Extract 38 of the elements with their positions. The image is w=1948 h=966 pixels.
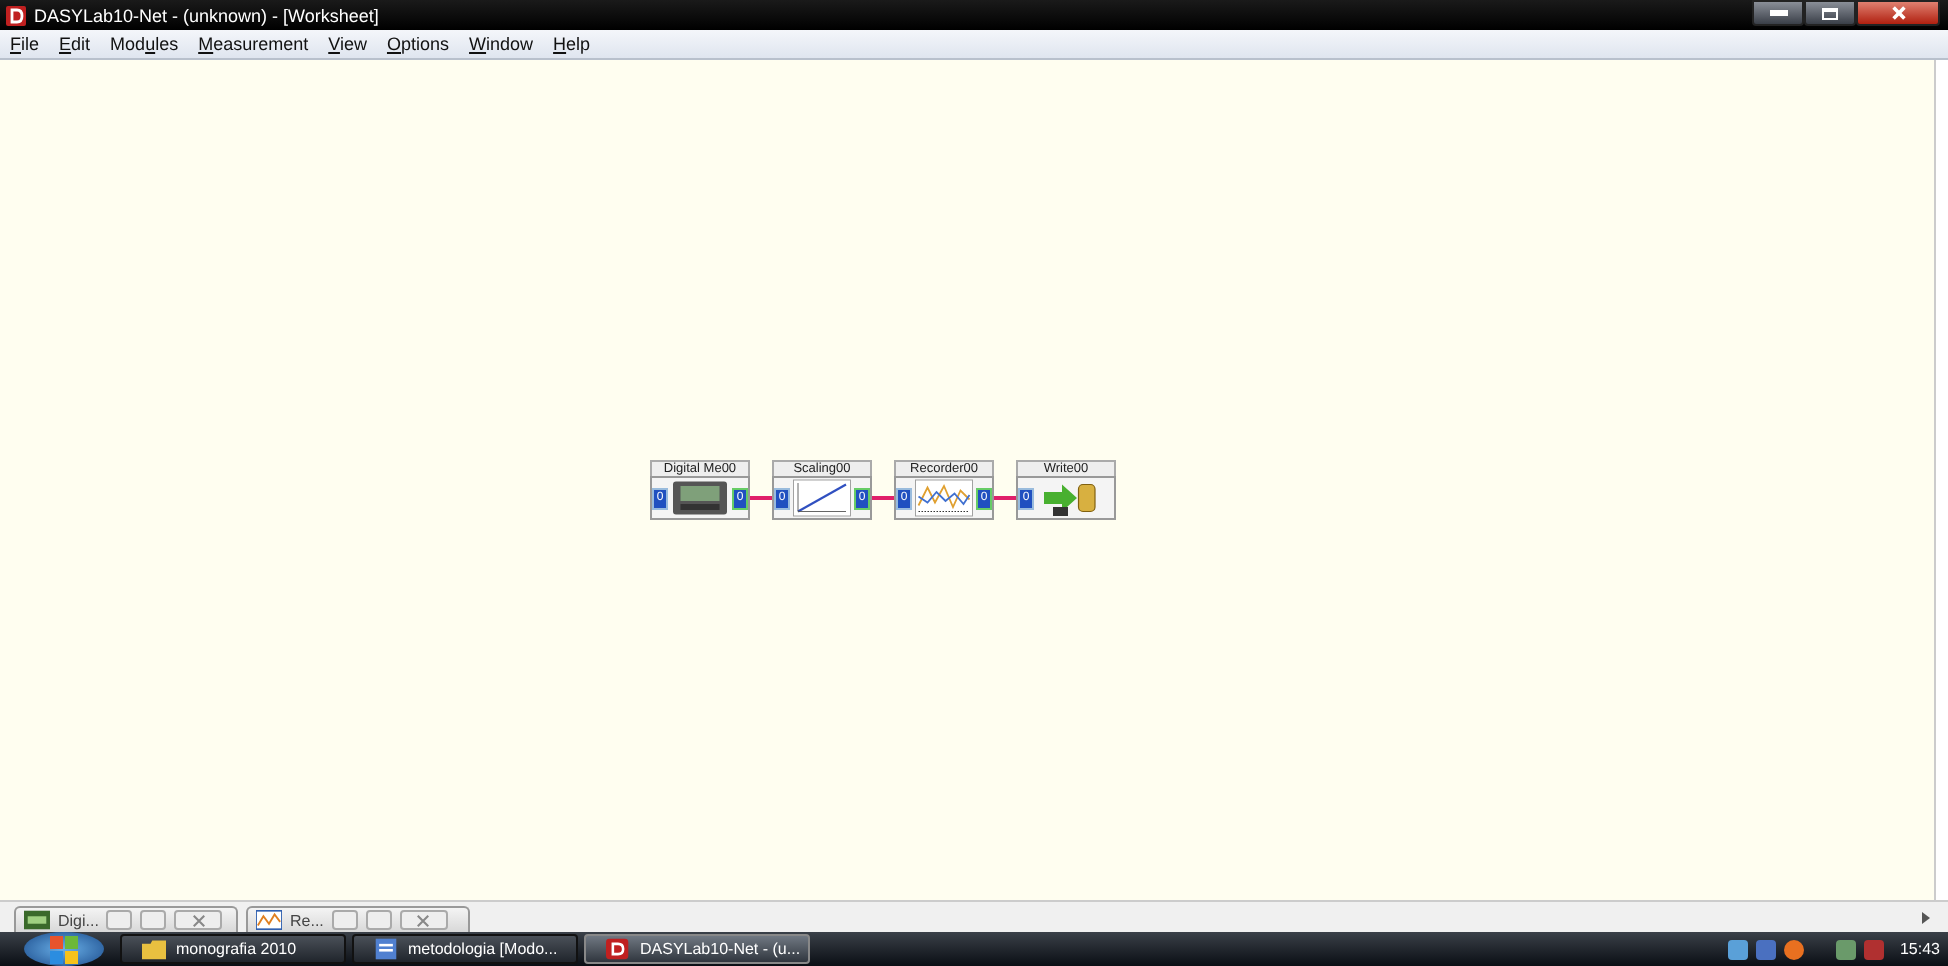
window-title: Digi... [58,911,99,929]
window-title: DASYLab10-Net - (unknown) - [Worksheet] [34,5,379,25]
menu-item[interactable]: Window [469,34,534,54]
minimized-window[interactable]: Re... [246,906,470,932]
line-chart-icon [914,478,974,518]
meter-icon [24,910,50,930]
menu-item[interactable]: Edit [59,34,91,54]
maximize-button[interactable] [1804,0,1856,26]
menu-item[interactable]: Modules [110,34,179,54]
document-icon [374,938,398,960]
restore-button[interactable] [106,910,133,930]
menu-item[interactable]: Options [386,34,450,54]
scrollbar[interactable] [1934,60,1948,900]
taskbar-button[interactable]: monografia 2010 [120,934,346,964]
scroll-right-icon[interactable] [1922,912,1930,924]
menu-item[interactable]: File [10,34,40,54]
taskbar-button[interactable]: metodologia [Modo... [352,934,578,964]
digital-meter-icon [670,478,730,518]
app-icon [606,938,630,960]
window-title: Re... [290,911,324,929]
close-icon [1889,4,1907,22]
close-icon [416,913,431,927]
arrow-and-cylinder-icon [1038,478,1098,518]
menu-item[interactable]: Help [553,34,591,54]
chart-icon [256,910,282,930]
menu-item[interactable]: View [328,34,367,54]
minimize-button[interactable] [1752,0,1804,26]
menu-item[interactable]: Measurement [198,34,309,54]
taskbar-button[interactable]: DASYLab10-Net - (u... [584,934,810,964]
close-button[interactable] [1856,0,1940,26]
folder-icon [142,938,166,960]
minimized-window[interactable]: Digi... [14,906,238,932]
start-button[interactable] [24,932,104,966]
clock: 15:43 [1899,940,1940,958]
restore-button[interactable] [331,910,358,930]
app-icon [6,5,26,25]
close-icon [191,913,206,927]
line-graph-icon [792,478,852,518]
